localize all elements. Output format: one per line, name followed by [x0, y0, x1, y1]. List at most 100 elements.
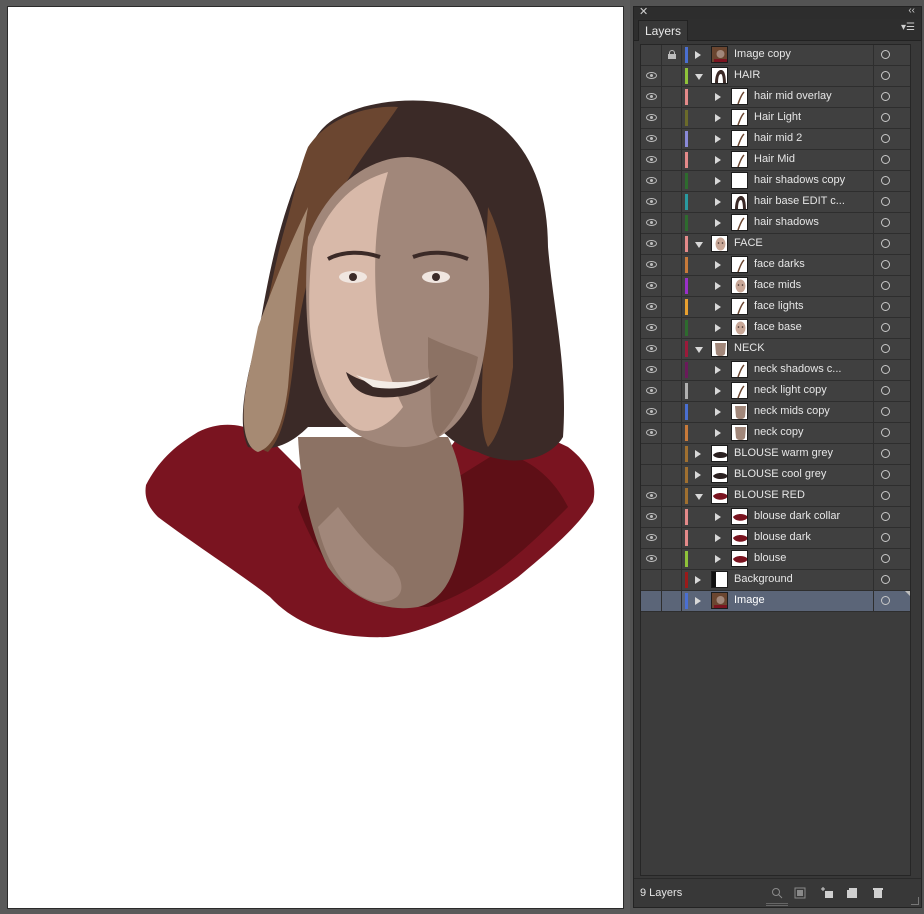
target-circle-icon[interactable] [881, 575, 890, 584]
layer-name[interactable]: BLOUSE warm grey [734, 447, 833, 459]
lock-toggle[interactable] [662, 213, 682, 233]
target-circle-icon[interactable] [881, 470, 890, 479]
layer-name[interactable]: hair mid overlay [754, 90, 832, 102]
target-circle-icon[interactable] [881, 323, 890, 332]
lock-toggle[interactable] [662, 444, 682, 464]
visibility-toggle[interactable] [641, 486, 662, 506]
collapse-triangle-icon[interactable] [695, 347, 703, 353]
layer-row[interactable]: blouse dark collar [641, 507, 910, 528]
layer-row[interactable]: face darks [641, 255, 910, 276]
target-circle-icon[interactable] [881, 449, 890, 458]
layer-row[interactable]: Image [641, 591, 910, 612]
lock-toggle[interactable] [662, 423, 682, 443]
layer-row[interactable]: neck shadows c... [641, 360, 910, 381]
document-canvas[interactable] [0, 0, 630, 914]
layer-name[interactable]: HAIR [734, 69, 760, 81]
lock-toggle[interactable] [662, 486, 682, 506]
layer-name[interactable]: hair base EDIT c... [754, 195, 845, 207]
layer-row[interactable]: Hair Mid [641, 150, 910, 171]
lock-toggle[interactable] [662, 507, 682, 527]
visibility-toggle[interactable] [641, 171, 662, 191]
lock-toggle[interactable] [662, 360, 682, 380]
visibility-toggle[interactable] [641, 276, 662, 296]
visibility-toggle[interactable] [641, 87, 662, 107]
target-circle-icon[interactable] [881, 281, 890, 290]
visibility-toggle[interactable] [641, 381, 662, 401]
visibility-toggle[interactable] [641, 297, 662, 317]
target-circle-icon[interactable] [881, 218, 890, 227]
locate-object-icon[interactable] [771, 887, 783, 899]
layer-row[interactable]: Image copy [641, 45, 910, 66]
lock-toggle[interactable] [662, 234, 682, 254]
lock-toggle[interactable] [662, 276, 682, 296]
lock-toggle[interactable] [662, 255, 682, 275]
layer-row[interactable]: BLOUSE cool grey [641, 465, 910, 486]
visibility-toggle[interactable] [641, 360, 662, 380]
layer-name[interactable]: blouse dark collar [754, 510, 840, 522]
target-circle-icon[interactable] [881, 512, 890, 521]
panel-menu-icon[interactable]: ▾☰ [901, 22, 915, 33]
layer-row[interactable]: hair shadows copy [641, 171, 910, 192]
layer-name[interactable]: face base [754, 321, 802, 333]
lock-toggle[interactable] [662, 570, 682, 590]
collapse-triangle-icon[interactable] [695, 494, 703, 500]
visibility-toggle[interactable] [641, 318, 662, 338]
close-panel-icon[interactable]: ✕ [639, 5, 648, 18]
expand-triangle-icon[interactable] [715, 261, 721, 269]
lock-toggle[interactable] [662, 45, 682, 65]
layer-row[interactable]: hair base EDIT c... [641, 192, 910, 213]
target-circle-icon[interactable] [881, 113, 890, 122]
visibility-toggle[interactable] [641, 507, 662, 527]
visibility-toggle[interactable] [641, 402, 662, 422]
visibility-toggle[interactable] [641, 108, 662, 128]
target-circle-icon[interactable] [881, 491, 890, 500]
expand-triangle-icon[interactable] [715, 177, 721, 185]
layer-name[interactable]: blouse dark [754, 531, 811, 543]
layer-name[interactable]: FACE [734, 237, 763, 249]
expand-triangle-icon[interactable] [715, 219, 721, 227]
layer-name[interactable]: neck copy [754, 426, 804, 438]
layer-name[interactable]: Hair Light [754, 111, 801, 123]
expand-triangle-icon[interactable] [715, 93, 721, 101]
collapse-triangle-icon[interactable] [695, 74, 703, 80]
layer-name[interactable]: BLOUSE RED [734, 489, 805, 501]
layer-name[interactable]: neck light copy [754, 384, 827, 396]
visibility-toggle[interactable] [641, 192, 662, 212]
panel-resize-grip[interactable] [766, 903, 788, 906]
make-clipping-mask-icon[interactable] [794, 887, 806, 899]
expand-triangle-icon[interactable] [715, 198, 721, 206]
visibility-toggle[interactable] [641, 591, 662, 611]
layer-name[interactable]: face mids [754, 279, 801, 291]
layer-name[interactable]: Hair Mid [754, 153, 795, 165]
target-circle-icon[interactable] [881, 596, 890, 605]
target-circle-icon[interactable] [881, 197, 890, 206]
layer-row[interactable]: neck light copy [641, 381, 910, 402]
artboard[interactable] [7, 6, 624, 909]
target-circle-icon[interactable] [881, 533, 890, 542]
layer-name[interactable]: Image copy [734, 48, 791, 60]
target-circle-icon[interactable] [881, 260, 890, 269]
target-circle-icon[interactable] [881, 344, 890, 353]
target-circle-icon[interactable] [881, 407, 890, 416]
layer-name[interactable]: Background [734, 573, 793, 585]
expand-triangle-icon[interactable] [695, 597, 701, 605]
layer-row[interactable]: HAIR [641, 66, 910, 87]
layer-row[interactable]: neck mids copy [641, 402, 910, 423]
visibility-toggle[interactable] [641, 45, 662, 65]
visibility-toggle[interactable] [641, 423, 662, 443]
visibility-toggle[interactable] [641, 570, 662, 590]
lock-toggle[interactable] [662, 87, 682, 107]
layer-name[interactable]: face lights [754, 300, 804, 312]
layer-row[interactable]: FACE [641, 234, 910, 255]
layer-name[interactable]: neck shadows c... [754, 363, 841, 375]
create-sublayer-icon[interactable] [821, 887, 833, 899]
visibility-toggle[interactable] [641, 255, 662, 275]
lock-toggle[interactable] [662, 192, 682, 212]
target-circle-icon[interactable] [881, 176, 890, 185]
expand-triangle-icon[interactable] [715, 513, 721, 521]
collapse-panel-icon[interactable]: ‹‹ [908, 5, 915, 16]
layer-row[interactable]: Hair Light [641, 108, 910, 129]
layer-row[interactable]: hair mid 2 [641, 129, 910, 150]
tab-layers[interactable]: Layers [638, 20, 689, 41]
panel-resize-corner[interactable] [911, 897, 919, 905]
